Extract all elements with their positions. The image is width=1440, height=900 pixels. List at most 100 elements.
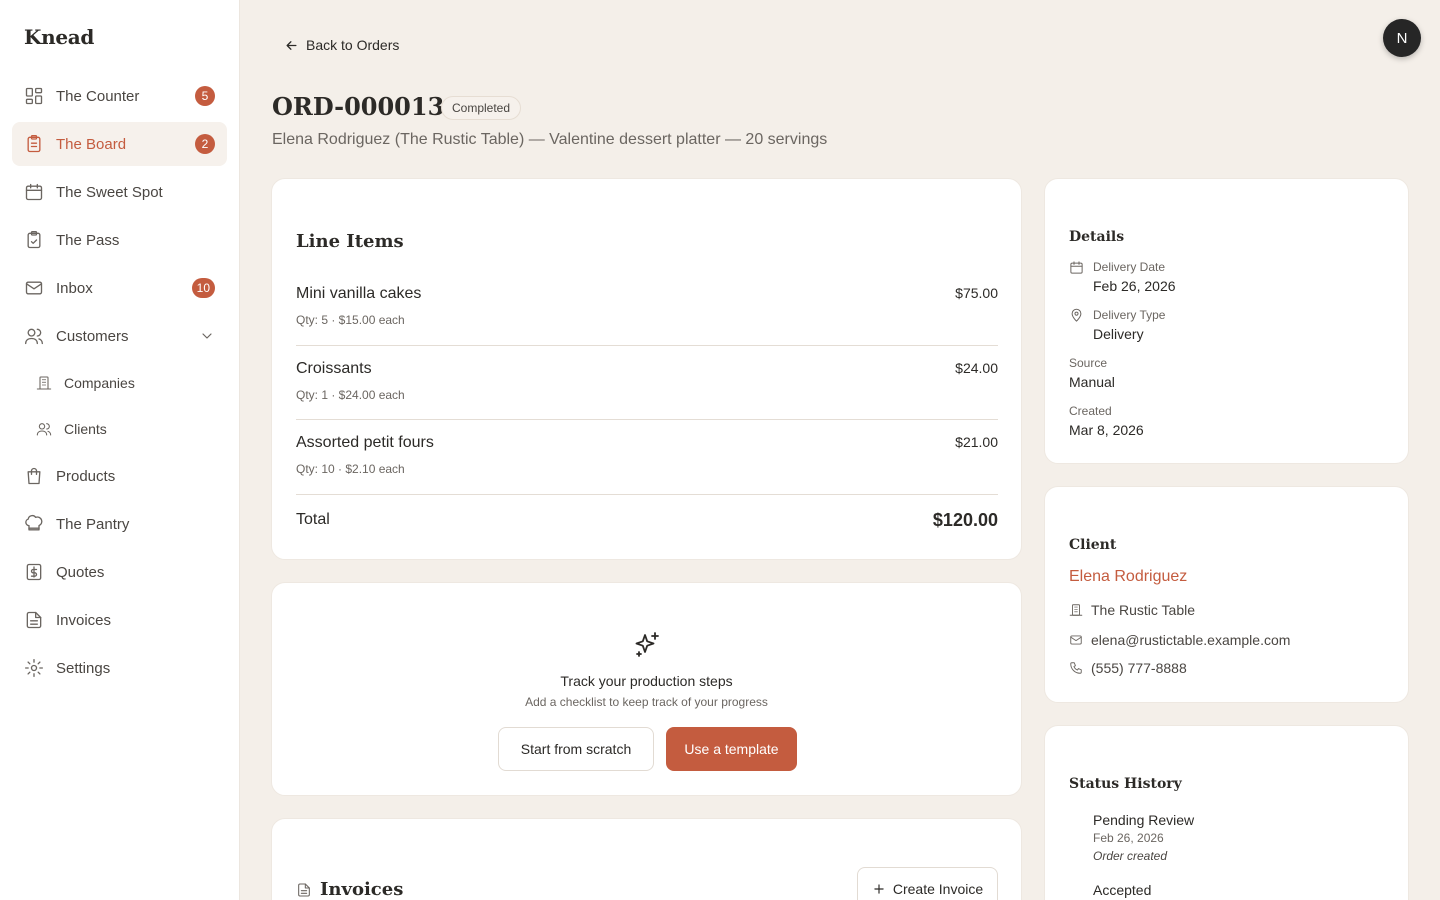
line-item-price: $24.00 <box>955 360 998 376</box>
order-subtitle: Elena Rodriguez (The Rustic Table) — Val… <box>272 131 828 148</box>
status-name: Accepted <box>1093 882 1152 898</box>
create-invoice-button[interactable]: Create Invoice <box>857 867 998 900</box>
line-item: Mini vanilla cakes Qty: 5 · $15.00 each … <box>296 285 998 327</box>
production-subtitle: Add a checklist to keep track of your pr… <box>525 695 768 709</box>
client-email[interactable]: elena@rustictable.example.com <box>1069 632 1290 648</box>
count-badge: 10 <box>191 278 215 298</box>
client-phone[interactable]: (555) 777-8888 <box>1069 660 1187 676</box>
field-value: Feb 26, 2026 <box>1093 278 1176 294</box>
gear-icon <box>24 658 44 678</box>
field-value: Delivery <box>1093 326 1144 342</box>
sidebar-item-quotes[interactable]: Quotes <box>12 550 227 594</box>
line-item: Croissants Qty: 1 · $24.00 each $24.00 <box>296 360 998 402</box>
mail-icon <box>24 278 44 298</box>
phone-icon <box>1070 662 1082 674</box>
users-icon <box>36 421 52 437</box>
line-items-title: Line Items <box>296 231 404 252</box>
line-items-card: Line Items Mini vanilla cakes Qty: 5 · $… <box>271 178 1022 560</box>
status-note: Order created <box>1093 849 1168 863</box>
delivery-date-field: Delivery Date Feb 26, 2026 <box>1069 260 1176 294</box>
calendar-icon <box>1069 260 1085 276</box>
sidebar-item-inbox[interactable]: Inbox 10 <box>12 266 227 310</box>
plus-icon <box>874 884 884 894</box>
count-badge: 5 <box>195 86 215 106</box>
start-from-scratch-button[interactable]: Start from scratch <box>498 727 654 771</box>
divider <box>296 494 998 495</box>
avatar[interactable]: N <box>1383 19 1421 57</box>
building-icon <box>36 375 52 391</box>
sidebar-item-the-board[interactable]: The Board 2 <box>12 122 227 166</box>
line-item-price: $21.00 <box>955 434 998 450</box>
total-row: Total $120.00 <box>296 510 998 530</box>
status-history-entry: Pending Review Feb 26, 2026 Order create… <box>1093 812 1194 863</box>
line-item-name: Croissants <box>296 360 372 377</box>
brand-logo[interactable]: Knead <box>24 25 94 49</box>
client-phone-text: (555) 777-8888 <box>1091 660 1187 676</box>
sidebar-subitem-label: Clients <box>64 421 107 437</box>
calendar-icon <box>24 182 44 202</box>
field-value: Manual <box>1069 374 1115 390</box>
field-label: Delivery Date <box>1093 260 1166 274</box>
sidebar-subitem-label: Companies <box>64 375 135 391</box>
dashboard-icon <box>24 86 44 106</box>
page-title: ORD-000013 <box>272 92 445 121</box>
clipboard-icon <box>24 134 44 154</box>
back-to-orders-link[interactable]: Back to Orders <box>284 37 399 53</box>
invoices-card: Invoices Create Invoice <box>271 818 1022 900</box>
chef-hat-icon <box>24 514 44 534</box>
sidebar-subitem-companies[interactable]: Companies <box>12 362 227 404</box>
sparkles-icon <box>631 630 663 662</box>
count-badge: 2 <box>195 134 215 154</box>
sidebar-item-products[interactable]: Products <box>12 454 227 498</box>
status-history-entry: Accepted <box>1093 882 1151 898</box>
line-item-name: Assorted petit fours <box>296 434 434 451</box>
sidebar-item-label: Settings <box>56 659 111 677</box>
total-label: Total <box>296 511 330 528</box>
status-history-card: Status History Pending Review Feb 26, 20… <box>1044 725 1409 900</box>
line-item: Assorted petit fours Qty: 10 · $2.10 eac… <box>296 434 998 476</box>
clipboard-check-icon <box>24 230 44 250</box>
status-name: Pending Review <box>1093 812 1195 828</box>
status-badge: Completed <box>441 96 522 120</box>
field-label: Source <box>1069 356 1108 370</box>
sidebar-item-label: The Pantry <box>56 515 130 533</box>
sidebar-item-settings[interactable]: Settings <box>12 646 227 690</box>
line-item-price: $75.00 <box>955 285 998 301</box>
sidebar-item-the-sweet-spot[interactable]: The Sweet Spot <box>12 170 227 214</box>
client-company: The Rustic Table <box>1069 602 1195 618</box>
invoices-title: Invoices <box>320 879 404 900</box>
client-card: Client Elena Rodriguez The Rustic Table … <box>1044 486 1409 703</box>
sidebar-item-label: The Board <box>56 135 127 153</box>
sidebar: Knead The Counter 5 The Board 2 The Swee… <box>0 0 240 900</box>
divider <box>296 345 998 346</box>
sidebar-item-customers[interactable]: Customers <box>12 314 227 358</box>
field-value: Mar 8, 2026 <box>1069 422 1144 438</box>
client-name-link[interactable]: Elena Rodriguez <box>1069 568 1187 586</box>
sidebar-item-the-pantry[interactable]: The Pantry <box>12 502 227 546</box>
sidebar-item-invoices[interactable]: Invoices <box>12 598 227 642</box>
mail-icon <box>1070 635 1082 645</box>
back-label: Back to Orders <box>306 37 400 53</box>
delivery-type-field: Delivery Type Delivery <box>1069 308 1165 342</box>
users-icon <box>24 326 44 346</box>
sidebar-subitem-clients[interactable]: Clients <box>12 408 227 450</box>
sidebar-item-label: Invoices <box>56 611 112 629</box>
field-label: Delivery Type <box>1093 308 1166 322</box>
line-item-meta: Qty: 1 · $24.00 each <box>296 388 405 402</box>
file-text-icon <box>24 610 44 630</box>
chevron-down-icon[interactable] <box>199 328 215 344</box>
line-item-meta: Qty: 10 · $2.10 each <box>296 462 405 476</box>
sidebar-item-label: Quotes <box>56 563 105 581</box>
sidebar-nav: The Counter 5 The Board 2 The Sweet Spot… <box>12 74 227 694</box>
invoices-header: Invoices <box>296 879 403 900</box>
map-pin-icon <box>1069 308 1085 324</box>
field-label: Created <box>1069 404 1112 418</box>
sidebar-item-label: Inbox <box>56 279 93 297</box>
sidebar-item-the-counter[interactable]: The Counter 5 <box>12 74 227 118</box>
sidebar-item-label: The Sweet Spot <box>56 183 163 201</box>
source-field: Source Manual <box>1069 356 1115 390</box>
sidebar-item-the-pass[interactable]: The Pass <box>12 218 227 262</box>
use-template-button[interactable]: Use a template <box>666 727 797 771</box>
details-title: Details <box>1069 229 1125 245</box>
status-date: Feb 26, 2026 <box>1093 831 1164 845</box>
